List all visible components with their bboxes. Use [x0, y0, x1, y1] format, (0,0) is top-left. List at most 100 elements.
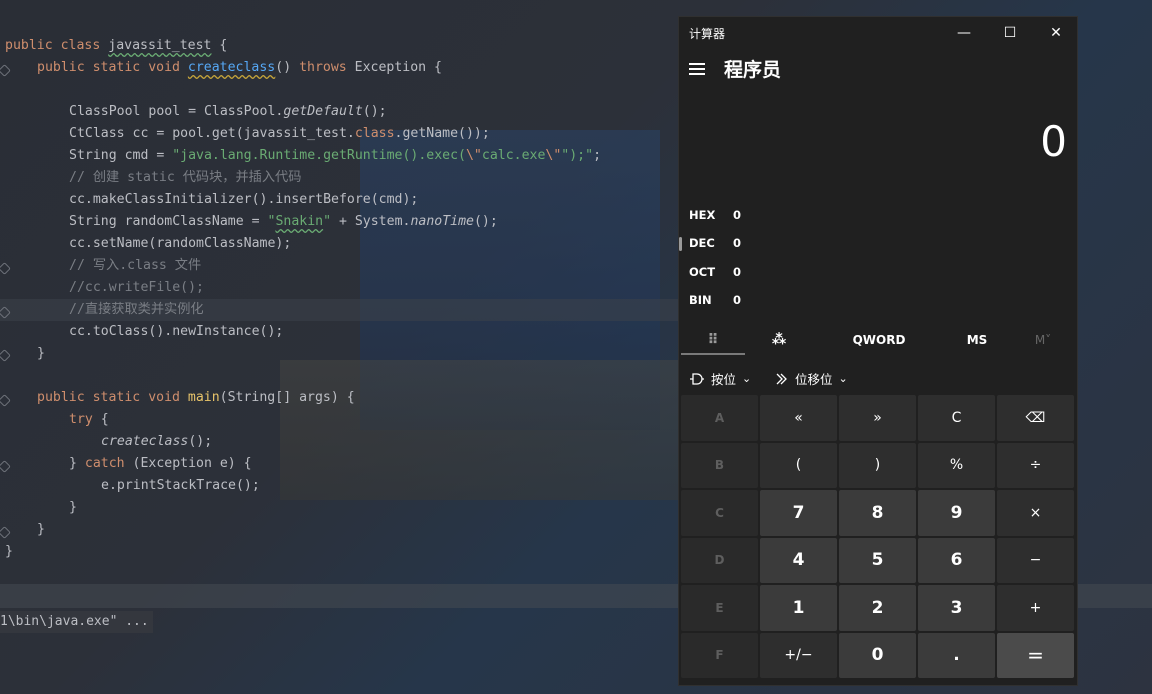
- bit-shift-icon: [776, 373, 787, 384]
- full-keypad-tab-icon[interactable]: ⠿: [679, 323, 747, 357]
- bit-operations-bar: 按位 ⌄ 位移位 ⌄: [679, 363, 1077, 393]
- hex-digit-d-button[interactable]: D: [681, 537, 758, 583]
- code-line-15[interactable]: }: [37, 343, 45, 365]
- hex-digit-a-button[interactable]: A: [681, 395, 758, 441]
- code-line-10[interactable]: cc.setName(randomClassName);: [69, 233, 291, 255]
- code-line-14[interactable]: cc.toClass().newInstance();: [69, 321, 283, 343]
- class-name: javassit_test: [108, 38, 212, 53]
- negate-button[interactable]: +/−: [760, 632, 837, 678]
- code-line-12[interactable]: //cc.writeFile();: [69, 277, 204, 299]
- shift-left-button[interactable]: «: [760, 395, 837, 441]
- digit-1-button[interactable]: 1: [760, 585, 837, 631]
- code-line-9[interactable]: String randomClassName = "Snakin" + Syst…: [69, 211, 498, 233]
- calculator-titlebar[interactable]: 计算器 — ☐ ✕: [679, 17, 1077, 49]
- digit-8-button[interactable]: 8: [839, 490, 916, 536]
- code-line-22[interactable]: }: [69, 497, 77, 519]
- divide-button[interactable]: ÷: [997, 442, 1074, 488]
- minimize-button[interactable]: —: [941, 17, 987, 49]
- bit-toggle-keypad-tab-icon[interactable]: ⁂: [747, 323, 811, 357]
- code-text: }: [69, 456, 85, 471]
- word-size-button[interactable]: QWORD: [829, 323, 929, 357]
- maximize-button[interactable]: ☐: [987, 17, 1033, 49]
- method-call: createclass: [101, 434, 189, 449]
- backspace-button[interactable]: ⌫: [997, 395, 1074, 441]
- hex-digit-e-button[interactable]: E: [681, 585, 758, 631]
- radix-label: OCT: [689, 265, 716, 279]
- code-line-2[interactable]: public static void createclass() throws …: [37, 57, 442, 79]
- digit-3-button[interactable]: 3: [918, 585, 995, 631]
- calculator-window[interactable]: 计算器 — ☐ ✕ 程序员 0 HEX 0 DEC 0 OCT 0 BIN 0 ⠿ ⁂ …: [678, 16, 1078, 686]
- fold-icon[interactable]: [0, 349, 11, 362]
- radix-row-oct[interactable]: OCT 0: [679, 259, 1077, 285]
- code-line-11[interactable]: // 写入.class 文件: [69, 255, 201, 277]
- code-text: ();: [188, 434, 213, 449]
- bitshift-dropdown[interactable]: 位移位 ⌄: [775, 369, 848, 388]
- hamburger-menu-icon[interactable]: [689, 63, 705, 75]
- code-line-19[interactable]: createclass();: [101, 431, 212, 453]
- code-line-8[interactable]: cc.makeClassInitializer().insertBefore(c…: [69, 189, 418, 211]
- digit-9-button[interactable]: 9: [918, 490, 995, 536]
- radix-value: 0: [733, 265, 742, 279]
- code-text: (String[] args) {: [219, 390, 355, 405]
- code-line-4[interactable]: ClassPool pool = ClassPool.getDefault();: [69, 101, 387, 123]
- add-button[interactable]: +: [997, 585, 1074, 631]
- code-line-21[interactable]: e.printStackTrace();: [101, 475, 260, 497]
- keyword: catch: [84, 456, 125, 471]
- code-text: (Exception e) {: [124, 456, 252, 471]
- digit-7-button[interactable]: 7: [760, 490, 837, 536]
- radix-row-hex[interactable]: HEX 0: [679, 202, 1077, 228]
- multiply-button[interactable]: ×: [997, 490, 1074, 536]
- digit-0-button[interactable]: 0: [839, 632, 916, 678]
- code-line-1[interactable]: public class javassit_test {: [5, 35, 227, 57]
- radix-label: DEC: [689, 236, 715, 250]
- open-paren-button[interactable]: (: [760, 442, 837, 488]
- fold-icon[interactable]: [0, 64, 11, 77]
- memory-list-button[interactable]: M˅: [1015, 323, 1071, 357]
- fold-icon[interactable]: [0, 262, 11, 275]
- fold-icon[interactable]: [0, 460, 11, 473]
- keyword: class: [60, 38, 101, 53]
- code-line-23[interactable]: }: [37, 519, 45, 541]
- digit-2-button[interactable]: 2: [839, 585, 916, 631]
- radix-row-dec[interactable]: DEC 0: [679, 230, 1077, 256]
- bitshift-label: 位移位: [795, 372, 833, 387]
- radix-row-bin[interactable]: BIN 0: [679, 287, 1077, 313]
- code-line-24[interactable]: }: [5, 541, 13, 563]
- memory-store-button[interactable]: MS: [945, 323, 1009, 357]
- code-text: Exception {: [346, 60, 442, 75]
- clear-button[interactable]: C: [918, 395, 995, 441]
- keyword: static: [92, 390, 141, 405]
- digit-5-button[interactable]: 5: [839, 537, 916, 583]
- code-line-7[interactable]: // 创建 static 代码块，并插入代码: [69, 167, 301, 189]
- code-line-18[interactable]: try {: [69, 409, 109, 431]
- code-text: String cmd =: [69, 148, 173, 163]
- digit-6-button[interactable]: 6: [918, 537, 995, 583]
- string-literal: calc.exe: [481, 148, 546, 163]
- code-line-5[interactable]: CtClass cc = pool.get(javassit_test.clas…: [69, 123, 490, 145]
- modulo-button[interactable]: %: [918, 442, 995, 488]
- decimal-button[interactable]: .: [918, 632, 995, 678]
- subtract-button[interactable]: −: [997, 537, 1074, 583]
- method-name: main: [187, 390, 220, 405]
- code-line-13[interactable]: //直接获取类并实例化: [69, 299, 204, 321]
- equals-button[interactable]: =: [997, 632, 1074, 678]
- close-button[interactable]: ✕: [1033, 17, 1079, 49]
- string-literal: "java.lang.Runtime.getRuntime().exec(: [172, 148, 466, 163]
- code-line-6[interactable]: String cmd = "java.lang.Runtime.getRunti…: [69, 145, 601, 167]
- fold-icon[interactable]: [0, 394, 11, 407]
- string-literal: Snakin: [275, 214, 324, 229]
- bitwise-dropdown[interactable]: 按位 ⌄: [689, 369, 751, 388]
- hex-digit-c-button[interactable]: C: [681, 490, 758, 536]
- keyword: try: [69, 412, 93, 427]
- hex-digit-b-button[interactable]: B: [681, 442, 758, 488]
- shift-right-button[interactable]: »: [839, 395, 916, 441]
- keyword: public: [37, 390, 85, 405]
- fold-icon[interactable]: [0, 526, 11, 539]
- hex-digit-f-button[interactable]: F: [681, 632, 758, 678]
- code-line-20[interactable]: } catch (Exception e) {: [69, 453, 252, 475]
- digit-4-button[interactable]: 4: [760, 537, 837, 583]
- code-text: + System.: [331, 214, 411, 229]
- code-line-17[interactable]: public static void main(String[] args) {: [37, 387, 355, 409]
- keyword: static: [92, 60, 141, 75]
- close-paren-button[interactable]: ): [839, 442, 916, 488]
